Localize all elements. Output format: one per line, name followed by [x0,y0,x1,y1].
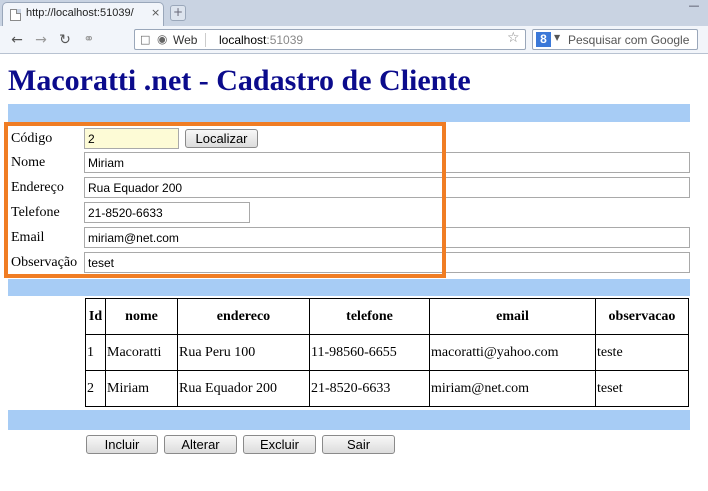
endereco-input[interactable] [84,177,690,198]
email-input[interactable] [84,227,690,248]
grid-cell-observacao: teste [595,334,689,371]
incluir-button[interactable]: Incluir [86,435,158,454]
telefone-label: Telefone [11,205,60,220]
endereco-label: Endereço [11,180,64,195]
header-divider-band [8,104,690,122]
table-row[interactable]: 2 Miriam Rua Equador 200 21-8520-6633 mi… [85,370,689,407]
page-favicon-icon [10,9,21,21]
forward-arrow-icon[interactable]: → [32,31,50,49]
page-icon: □ [140,33,151,46]
grid-cell-endereco: Rua Equador 200 [177,370,310,407]
email-label: Email [11,230,45,245]
alterar-button[interactable]: Alterar [164,435,237,454]
nome-label: Nome [11,155,46,170]
telefone-input[interactable] [84,202,250,223]
excluir-button[interactable]: Excluir [243,435,316,454]
browser-tab[interactable]: http://localhost:51039/ × [2,2,164,26]
grid-cell-telefone: 11-98560-6655 [309,334,430,371]
grid-cell-email: macoratti@yahoo.com [429,334,596,371]
codigo-input[interactable] [84,128,179,149]
codigo-label: Código [11,131,53,146]
google-icon[interactable]: 8 [536,32,551,47]
search-box[interactable]: 8 ▼ Pesquisar com Google [532,29,698,50]
chevron-down-icon[interactable]: ▼ [554,33,560,42]
grid-divider-band [8,410,690,430]
grid-cell-email: miriam@net.com [429,370,596,407]
nome-input[interactable] [84,152,690,173]
grid-header-nome: nome [105,298,178,335]
grid-header-telefone: telefone [309,298,430,335]
web-label: Web [173,33,198,47]
tab-strip: http://localhost:51039/ × + — [0,0,708,26]
page-title: Macoratti .net - Cadastro de Cliente [8,64,471,97]
address-bar[interactable]: □ ◉ Web localhost:51039 ☆ [134,29,526,50]
grid-header-row: Id nome endereco telefone email observac… [85,298,689,335]
grid-header-observacao: observacao [595,298,689,335]
observacao-input[interactable] [84,252,690,273]
observacao-label: Observação [11,255,78,270]
minimize-window-button[interactable]: — [684,0,704,13]
tab-title: http://localhost:51039/ [26,7,134,19]
localizar-button[interactable]: Localizar [185,129,258,148]
clientes-grid: Id nome endereco telefone email observac… [85,298,689,407]
form-divider-band [8,279,690,296]
grid-cell-telefone: 21-8520-6633 [309,370,430,407]
grid-cell-nome: Macoratti [105,334,178,371]
grid-cell-id: 2 [85,370,106,407]
grid-header-id: Id [85,298,106,335]
new-tab-button[interactable]: + [170,5,186,21]
browser-chrome: http://localhost:51039/ × + — ← → ↻ ⚭ □ … [0,0,708,54]
url-text[interactable]: localhost:51039 [219,33,303,47]
grid-cell-endereco: Rua Peru 100 [177,334,310,371]
reload-icon[interactable]: ↻ [56,31,74,49]
tab-close-icon[interactable]: × [151,6,160,19]
grid-cell-id: 1 [85,334,106,371]
url-port: :51039 [266,33,304,47]
globe-icon: ◉ [157,32,168,46]
browser-toolbar: ← → ↻ ⚭ □ ◉ Web localhost:51039 ☆ 8 ▼ Pe… [0,26,708,54]
address-divider [205,33,206,47]
back-arrow-icon[interactable]: ← [8,31,26,49]
grid-header-endereco: endereco [177,298,310,335]
key-icon[interactable]: ⚭ [80,31,98,49]
table-row[interactable]: 1 Macoratti Rua Peru 100 11-98560-6655 m… [85,334,689,371]
search-placeholder: Pesquisar com Google [568,33,690,47]
grid-header-email: email [429,298,596,335]
url-host: localhost [219,33,267,47]
grid-cell-observacao: teset [595,370,689,407]
bookmark-star-icon[interactable]: ☆ [507,30,520,46]
grid-cell-nome: Miriam [105,370,178,407]
sair-button[interactable]: Sair [322,435,395,454]
